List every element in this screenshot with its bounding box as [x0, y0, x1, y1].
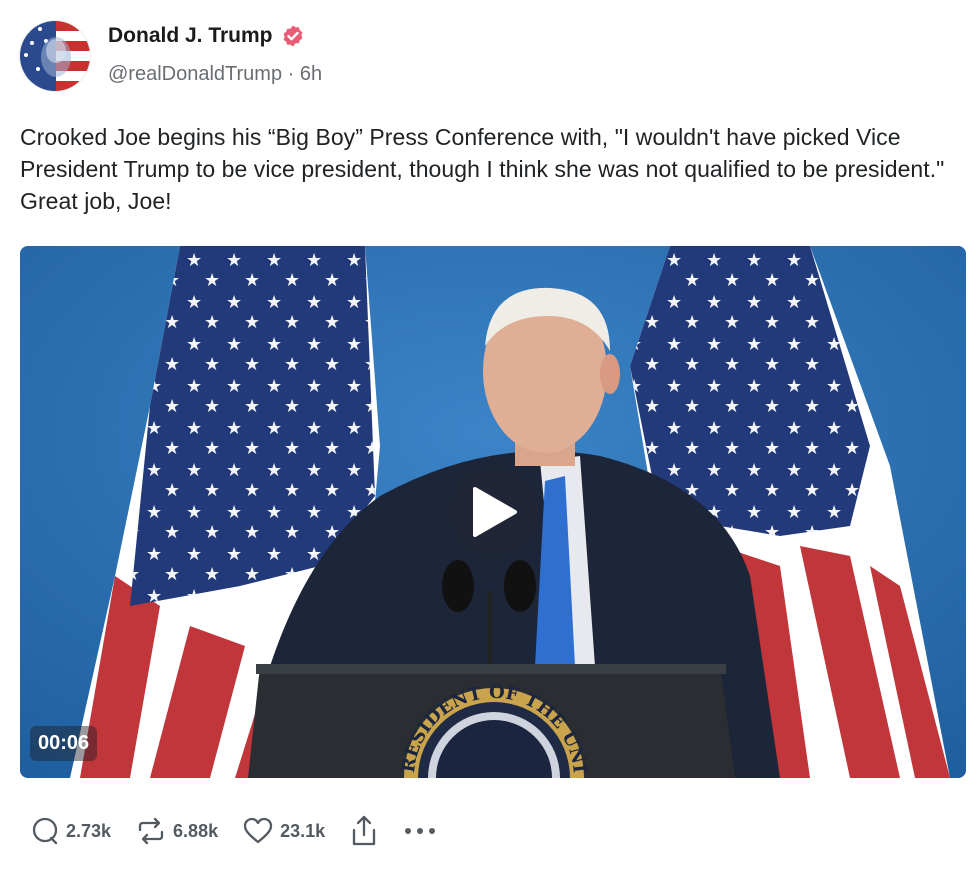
play-icon — [473, 487, 517, 537]
reply-button[interactable]: 2.73k — [30, 816, 111, 846]
author-meta: @realDonaldTrump · 6h — [108, 63, 322, 86]
share-icon — [352, 815, 376, 846]
video-duration: 00:06 — [30, 726, 98, 761]
meta-separator: · — [287, 63, 295, 86]
post-time[interactable]: 6h — [300, 63, 322, 85]
video-player[interactable]: ★ ★ — [20, 246, 966, 778]
post-text: Crooked Joe begins his “Big Boy” Press C… — [20, 124, 945, 214]
post-actions: 2.73k 6.88k 23.1k — [30, 814, 461, 848]
play-button[interactable] — [450, 468, 538, 556]
like-button[interactable]: 23.1k — [242, 816, 325, 846]
heart-icon — [243, 817, 273, 844]
repost-icon — [138, 817, 164, 845]
like-count: 23.1k — [280, 820, 326, 841]
comment-icon — [32, 817, 58, 845]
share-button[interactable] — [349, 814, 379, 848]
avatar-image — [20, 21, 90, 91]
author-avatar[interactable] — [20, 21, 90, 91]
repost-count: 6.88k — [173, 820, 219, 841]
repost-button[interactable]: 6.88k — [135, 816, 218, 846]
reply-count: 2.73k — [66, 820, 112, 841]
verified-badge-icon — [281, 24, 305, 48]
more-button[interactable] — [403, 826, 437, 836]
author-handle[interactable]: @realDonaldTrump — [108, 63, 282, 85]
author-name[interactable]: Donald J. Trump — [108, 24, 273, 48]
author-name-row: Donald J. Trump — [108, 24, 305, 48]
post-card: Donald J. Trump @realDonaldTrump · 6h Cr… — [0, 0, 980, 871]
more-icon — [405, 828, 436, 834]
